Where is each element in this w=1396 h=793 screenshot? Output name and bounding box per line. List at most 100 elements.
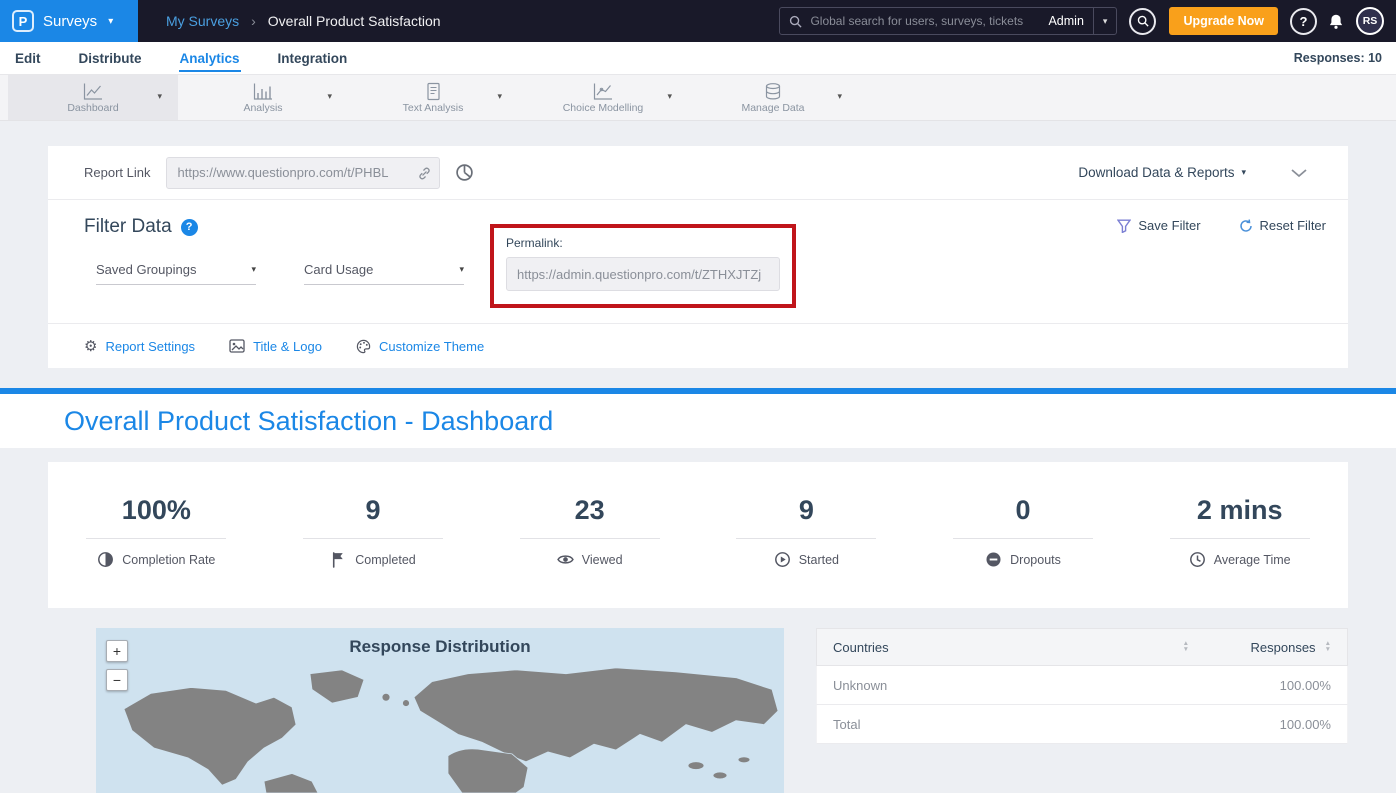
ribbon-manage-data[interactable]: Manage Data ▾	[688, 75, 858, 120]
stat-label: Completion Rate	[122, 553, 215, 567]
sort-icon[interactable]: ▲▼	[1325, 641, 1331, 653]
collapse-panel-button[interactable]	[1290, 168, 1308, 178]
global-search: Admin ▾	[779, 7, 1117, 35]
stat-started: 9 Started	[698, 495, 915, 608]
filter-data-title: Filter Data	[84, 216, 172, 238]
survey-nav: Edit Distribute Analytics Integration Re…	[0, 42, 1396, 75]
ribbon-text-analysis[interactable]: Text Analysis ▾	[348, 75, 518, 120]
stat-completed: 9 Completed	[265, 495, 482, 608]
ribbon-label: Analysis	[243, 102, 282, 114]
zoom-in-button[interactable]: +	[106, 640, 128, 662]
stat-value: 100%	[122, 495, 191, 526]
upgrade-now-button[interactable]: Upgrade Now	[1169, 7, 1278, 35]
responses-header[interactable]: Responses ▲▼	[1215, 640, 1331, 655]
bell-icon	[1328, 13, 1344, 30]
stat-dropouts: 0 Dropouts	[915, 495, 1132, 608]
minus-circle-icon	[985, 551, 1002, 568]
report-link-row: Report Link Download Data & Reports ▾	[48, 146, 1348, 200]
ribbon-label: Manage Data	[741, 102, 804, 114]
eye-icon	[557, 551, 574, 568]
help-button[interactable]: ?	[1290, 8, 1317, 35]
caret-down-icon: ▾	[251, 264, 256, 275]
chevron-down-icon	[1290, 168, 1308, 178]
countries-header[interactable]: Countries ▲▼	[833, 640, 1215, 655]
analytics-ribbon: Dashboard ▾ Analysis ▾ Text Analysis ▾ C…	[0, 75, 1396, 121]
avatar[interactable]: RS	[1356, 7, 1384, 35]
report-settings-link[interactable]: ⚙ Report Settings	[84, 339, 195, 354]
caret-down-icon[interactable]: ▾	[837, 91, 842, 102]
ribbon-choice-modelling[interactable]: Choice Modelling ▾	[518, 75, 688, 120]
tab-distribute[interactable]: Distribute	[78, 44, 143, 72]
sort-icon[interactable]: ▲▼	[1183, 641, 1189, 653]
funnel-icon	[1117, 219, 1131, 233]
reset-filter-button[interactable]: Reset Filter	[1239, 218, 1326, 233]
caret-down-icon: ▾	[108, 16, 113, 27]
breadcrumb-separator-icon: ›	[251, 13, 256, 29]
play-circle-icon	[774, 551, 791, 568]
ribbon-label: Dashboard	[67, 102, 118, 114]
response-distribution-map: Response Distribution + −	[96, 628, 784, 793]
saved-groupings-select[interactable]: Saved Groupings ▾	[96, 262, 256, 285]
filter-section: Filter Data ? Save Filter Reset Filter S…	[48, 200, 1348, 324]
stat-divider	[953, 538, 1093, 539]
ribbon-dashboard[interactable]: Dashboard ▾	[8, 75, 178, 120]
save-filter-button[interactable]: Save Filter	[1117, 218, 1200, 233]
permalink-label: Permalink:	[506, 236, 780, 250]
tab-analytics[interactable]: Analytics	[179, 44, 241, 72]
download-data-reports[interactable]: Download Data & Reports ▾	[1078, 165, 1246, 180]
tab-integration[interactable]: Integration	[277, 44, 349, 72]
caret-down-icon[interactable]: ▾	[327, 91, 332, 102]
saved-groupings-label: Saved Groupings	[96, 262, 196, 277]
stat-viewed: 23 Viewed	[481, 495, 698, 608]
stat-value: 23	[575, 495, 605, 526]
caret-down-icon[interactable]: ▾	[497, 91, 502, 102]
database-icon	[762, 82, 784, 101]
caret-down-icon[interactable]: ▾	[667, 91, 672, 102]
filter-data-heading: Filter Data ?	[84, 216, 198, 238]
filter-dropdowns: Saved Groupings ▾ Card Usage ▾	[96, 262, 464, 285]
countries-header-label: Countries	[833, 640, 889, 655]
global-search-input[interactable]	[808, 13, 1039, 29]
search-scope-caret-icon[interactable]: ▾	[1093, 7, 1117, 35]
gear-icon: ⚙	[84, 339, 97, 354]
image-icon	[229, 339, 245, 353]
tab-edit[interactable]: Edit	[14, 44, 42, 72]
search-scope-admin[interactable]: Admin	[1039, 14, 1092, 28]
customize-theme-link[interactable]: Customize Theme	[356, 339, 484, 354]
save-filter-label: Save Filter	[1138, 218, 1200, 233]
table-row: Total 100.00%	[816, 705, 1348, 744]
caret-down-icon[interactable]: ▾	[157, 91, 162, 102]
stat-label: Started	[799, 553, 839, 567]
page-title: Overall Product Satisfaction - Dashboard	[64, 406, 553, 437]
palette-icon	[356, 339, 371, 354]
help-badge-icon[interactable]: ?	[181, 219, 198, 236]
ribbon-analysis[interactable]: Analysis ▾	[178, 75, 348, 120]
permalink-input[interactable]	[506, 257, 780, 291]
product-switcher[interactable]: P Surveys ▾	[0, 0, 138, 42]
clock-icon	[1189, 551, 1206, 568]
stat-divider	[1170, 538, 1310, 539]
report-chart-icon[interactable]	[455, 163, 474, 182]
report-link-label: Report Link	[84, 165, 150, 180]
link-icon[interactable]	[417, 166, 432, 181]
report-footer-links: ⚙ Report Settings Title & Logo Customize…	[48, 324, 1348, 368]
country-cell: Unknown	[833, 678, 1215, 693]
notifications-button[interactable]	[1328, 13, 1344, 30]
stat-average-time: 2 mins Average Time	[1131, 495, 1348, 608]
world-map[interactable]	[96, 664, 784, 793]
search-button[interactable]	[1129, 8, 1156, 35]
stat-label: Dropouts	[1010, 553, 1061, 567]
search-icon	[780, 15, 808, 28]
stat-value: 0	[1016, 495, 1031, 526]
stat-divider	[86, 538, 226, 539]
title-logo-link[interactable]: Title & Logo	[229, 339, 322, 354]
country-cell: Total	[833, 717, 1215, 732]
breadcrumb: My Surveys › Overall Product Satisfactio…	[166, 13, 441, 29]
top-bar: P Surveys ▾ My Surveys › Overall Product…	[0, 0, 1396, 42]
questionpro-logo-icon: P	[12, 10, 34, 32]
report-link-input[interactable]	[166, 157, 440, 189]
card-usage-select[interactable]: Card Usage ▾	[304, 262, 464, 285]
bottom-section: Response Distribution + − Countries	[96, 628, 1348, 793]
stat-value: 9	[799, 495, 814, 526]
breadcrumb-my-surveys[interactable]: My Surveys	[166, 13, 239, 29]
